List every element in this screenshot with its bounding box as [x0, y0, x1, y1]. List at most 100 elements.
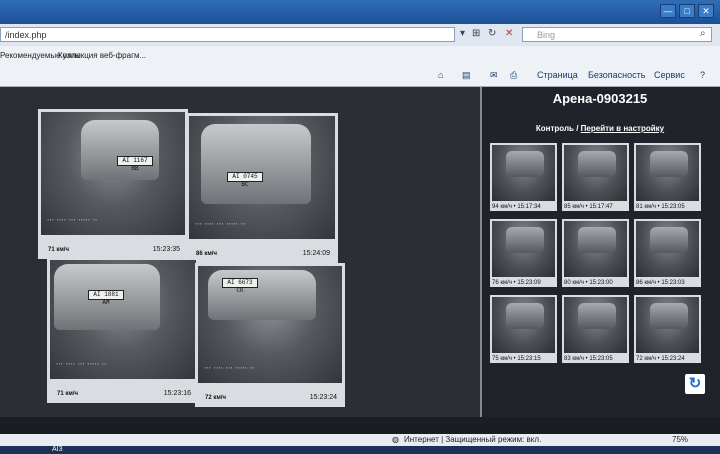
shot-speed: 71 км/ч [48, 247, 69, 253]
minimize-button[interactable]: — [660, 4, 676, 18]
shot-speed: 72 км/ч [205, 395, 226, 401]
reload-icon[interactable]: ↻ [685, 374, 705, 394]
device-title: Арена-0903215 [552, 91, 648, 106]
search-icon[interactable]: ⌕ [700, 28, 706, 39]
search-input[interactable]: Bing [522, 27, 712, 42]
thumbnail-caption: 83 км/ч • 15:23:05 [564, 356, 613, 362]
thumbnail-photo [492, 221, 555, 277]
feeds-icon[interactable]: ▤ [462, 70, 471, 81]
home-icon[interactable]: ⌂ [438, 70, 443, 80]
thumbnail-caption: 75 км/ч • 15:23:15 [492, 356, 541, 362]
license-plate: АІ 1167 ВВ [117, 156, 153, 172]
car-image [578, 227, 616, 253]
thumbnail-caption: 94 км/ч • 15:17:34 [492, 204, 541, 210]
thumbnail[interactable]: 80 км/ч • 15:23:00 [562, 219, 629, 287]
thumbnail-caption: 80 км/ч • 15:23:00 [564, 280, 613, 286]
thumbnail[interactable]: 94 км/ч • 15:17:34 [490, 143, 557, 211]
main-shot[interactable]: АІ 1167 ВВ ▪▪▪ ▪▪▪▪ ▪▪▪ ▪▪▪▪▪ ▪▪ 71 км/ч… [38, 109, 188, 259]
thumbnail[interactable]: 75 км/ч • 15:23:15 [490, 295, 557, 363]
main-shot[interactable]: АІ 0745 ВС ▪▪▪ ▪▪▪▪ ▪▪▪ ▪▪▪▪▪ ▪▪ 86 км/ч… [186, 113, 338, 263]
shot-time: 15:23:24 [309, 394, 337, 401]
print-icon[interactable]: ⎙ [510, 70, 517, 81]
stop-icon[interactable]: ✕ [505, 28, 513, 39]
thumbnail-caption: 81 км/ч • 15:23:05 [636, 204, 685, 210]
taskbar: AI3 [0, 446, 720, 454]
car-image [578, 151, 616, 177]
address-input[interactable]: /index.php [0, 27, 455, 42]
panel-nav: Контроль / Перейти в настройку [482, 124, 718, 133]
car-image [201, 124, 311, 204]
thumbnail[interactable]: 86 км/ч • 15:23:03 [634, 219, 701, 287]
vehicle-photo: АІ 0745 ВС ▪▪▪ ▪▪▪▪ ▪▪▪ ▪▪▪▪▪ ▪▪ [189, 116, 335, 239]
shot-speed: 86 км/ч [196, 251, 217, 257]
favorites-bar: Рекомендуемые узлы Коллекция веб-фрагм..… [0, 46, 720, 66]
car-image [81, 120, 159, 180]
control-label: Контроль [535, 124, 574, 133]
thumbnail[interactable]: 83 км/ч • 15:23:05 [562, 295, 629, 363]
thumbnail-photo [636, 297, 699, 353]
thumbnail-photo [636, 221, 699, 277]
shot-time: 15:23:16 [163, 390, 191, 397]
close-button[interactable]: ✕ [698, 4, 714, 18]
page-content: АІ 1167 ВВ ▪▪▪ ▪▪▪▪ ▪▪▪ ▪▪▪▪▪ ▪▪ 71 км/ч… [0, 87, 720, 417]
thumbnail[interactable]: 76 км/ч • 15:23:09 [490, 219, 557, 287]
car-image [506, 151, 544, 177]
globe-icon: ◍ [392, 435, 399, 444]
car-image [650, 227, 688, 253]
dropdown-icon[interactable]: ▾ [460, 28, 465, 39]
thumbnail-photo [564, 221, 627, 277]
photo-stamp: ▪▪▪ ▪▪▪▪ ▪▪▪ ▪▪▪▪▪ ▪▪ [204, 367, 255, 371]
window-title-bar: — □ ✕ [0, 0, 720, 24]
car-image [578, 303, 616, 329]
status-bar: ◍ Интернет | Защищенный режим: вкл. 75% [0, 434, 720, 446]
help-icon[interactable]: ? [700, 70, 705, 80]
main-shot[interactable]: АІ 1881 АМ ▪▪▪ ▪▪▪▪ ▪▪▪ ▪▪▪▪▪ ▪▪ 71 км/ч… [47, 257, 199, 403]
status-text: Интернет | Защищенный режим: вкл. [404, 435, 542, 444]
main-shots-pane: АІ 1167 ВВ ▪▪▪ ▪▪▪▪ ▪▪▪ ▪▪▪▪▪ ▪▪ 71 км/ч… [0, 87, 475, 417]
shot-time: 15:24:09 [302, 250, 330, 257]
mail-icon[interactable]: ✉ [490, 70, 498, 81]
menu-security[interactable]: Безопасность [588, 70, 645, 80]
menu-page[interactable]: Страница [537, 70, 578, 80]
main-shot[interactable]: АІ 6673 СК ▪▪▪ ▪▪▪▪ ▪▪▪ ▪▪▪▪▪ ▪▪ 72 км/ч… [195, 263, 345, 407]
vehicle-photo: АІ 1167 ВВ ▪▪▪ ▪▪▪▪ ▪▪▪ ▪▪▪▪▪ ▪▪ [41, 112, 185, 235]
thumbnail-photo [636, 145, 699, 201]
compatibility-icon[interactable]: ⊞ [472, 28, 480, 39]
taskbar-app-label[interactable]: AI3 [52, 446, 63, 453]
thumbnail[interactable]: 72 км/ч • 15:23:24 [634, 295, 701, 363]
thumbnail[interactable]: 81 км/ч • 15:23:05 [634, 143, 701, 211]
thumbnail[interactable]: 85 км/ч • 15:17:47 [562, 143, 629, 211]
maximize-button[interactable]: □ [679, 4, 695, 18]
license-plate: АІ 0745 ВС [227, 172, 263, 188]
thumbnail-photo [564, 145, 627, 201]
car-image [650, 303, 688, 329]
car-image [506, 303, 544, 329]
car-image [650, 151, 688, 177]
thumbnail-caption: 85 км/ч • 15:17:47 [564, 204, 613, 210]
favorite-web-slices[interactable]: Коллекция веб-фрагм... [58, 51, 146, 60]
photo-stamp: ▪▪▪ ▪▪▪▪ ▪▪▪ ▪▪▪▪▪ ▪▪ [195, 223, 246, 227]
address-bar-row: /index.php ▾ ⊞ ↻ ✕ Bing ⌕ [0, 24, 720, 46]
shot-speed: 71 км/ч [57, 391, 78, 397]
thumbnail-caption: 72 км/ч • 15:23:24 [636, 356, 685, 362]
window-controls: — □ ✕ [660, 4, 714, 18]
command-bar: ⌂ ▤ ✉ ⎙ Страница Безопасность Сервис ? [0, 66, 720, 87]
refresh-icon[interactable]: ↻ [488, 28, 496, 39]
thumbnail-photo [492, 297, 555, 353]
shot-time: 15:23:35 [152, 246, 180, 253]
license-plate: АІ 6673 СК [222, 278, 258, 294]
thumbnail-caption: 76 км/ч • 15:23:09 [492, 280, 541, 286]
vehicle-photo: АІ 1881 АМ ▪▪▪ ▪▪▪▪ ▪▪▪ ▪▪▪▪▪ ▪▪ [50, 260, 196, 379]
car-image [506, 227, 544, 253]
license-plate: АІ 1881 АМ [88, 290, 124, 306]
zoom-level[interactable]: 75% [672, 435, 688, 444]
vehicle-photo: АІ 6673 СК ▪▪▪ ▪▪▪▪ ▪▪▪ ▪▪▪▪▪ ▪▪ [198, 266, 342, 383]
thumbnail-caption: 86 км/ч • 15:23:03 [636, 280, 685, 286]
thumbnail-photo [492, 145, 555, 201]
nav-separator: / [576, 124, 579, 133]
settings-link[interactable]: Перейти в настройку [581, 124, 664, 133]
photo-stamp: ▪▪▪ ▪▪▪▪ ▪▪▪ ▪▪▪▪▪ ▪▪ [56, 363, 107, 367]
thumbnail-photo [564, 297, 627, 353]
photo-stamp: ▪▪▪ ▪▪▪▪ ▪▪▪ ▪▪▪▪▪ ▪▪ [47, 219, 98, 223]
menu-tools[interactable]: Сервис [654, 70, 685, 80]
